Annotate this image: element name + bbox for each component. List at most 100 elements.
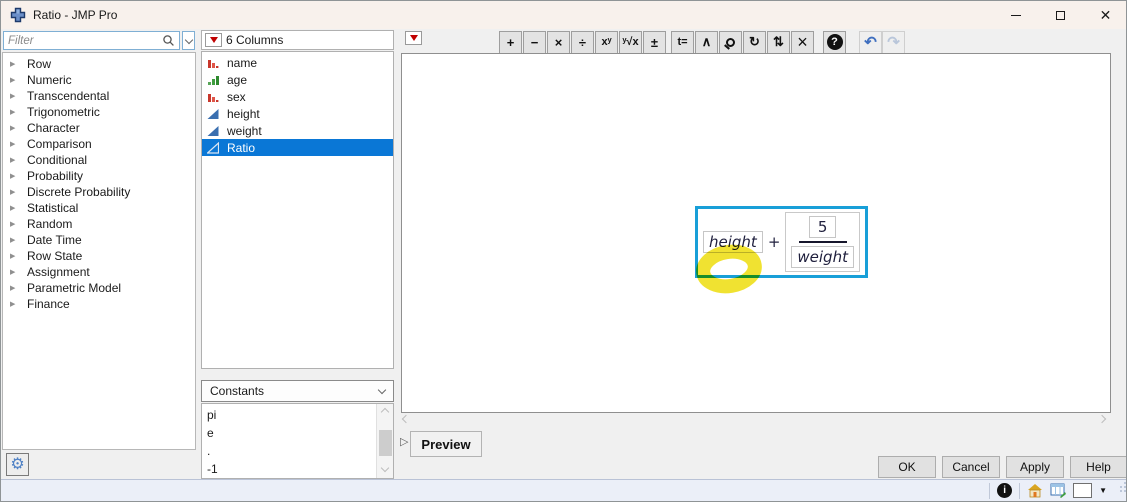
function-category-item[interactable]: ▶ Trigonometric [3,104,195,120]
disclosure-triangle-icon[interactable]: ▶ [10,108,22,116]
function-category-item[interactable]: ▶ Comparison [3,136,195,152]
formula-denominator[interactable]: weight [791,246,854,268]
formula-menu-button[interactable] [405,31,422,45]
function-category-item[interactable]: ▶ Parametric Model [3,280,195,296]
disclosure-triangle-icon[interactable]: ▶ [10,92,22,100]
minimize-button[interactable] [993,1,1038,29]
peel-expression-button[interactable]: ∧ [695,30,718,54]
constants-scrollbar[interactable] [376,404,393,478]
redo-button[interactable]: ↷ [882,30,905,54]
scroll-down-icon[interactable] [380,463,390,473]
scrollbar-thumb[interactable] [379,430,392,456]
constant-item[interactable]: e [207,424,376,442]
preview-button[interactable]: Preview [410,431,482,457]
close-button[interactable]: ✕ [1083,1,1126,29]
disclosure-triangle-icon[interactable]: ▶ [10,204,22,212]
disclosure-triangle-icon[interactable]: ▶ [10,172,22,180]
power-button[interactable]: xʸ [595,30,618,54]
constant-item[interactable]: pi [207,406,376,424]
disclosure-triangle-icon[interactable]: ▶ [10,284,22,292]
function-category-item[interactable]: ▶ Transcendental [3,88,195,104]
constant-item[interactable]: -1 [207,460,376,478]
divide-button[interactable]: ÷ [571,30,594,54]
function-category-item[interactable]: ▶ Finance [3,296,195,312]
function-group-select[interactable]: Constants [201,380,394,402]
unary-sign-button[interactable]: ± [643,30,666,54]
constant-item[interactable]: . [207,442,376,460]
function-category-item[interactable]: ▶ Probability [3,168,195,184]
disclosure-triangle-icon[interactable]: ▶ [10,156,22,164]
function-category-item[interactable]: ▶ Assignment [3,264,195,280]
color-swatch[interactable] [1073,483,1093,498]
disclosure-triangle-icon[interactable]: ▶ [10,140,22,148]
function-category-item[interactable]: ▶ Row State [3,248,195,264]
function-category-item[interactable]: ▶ Conditional [3,152,195,168]
formula-term-height[interactable]: height [703,231,763,253]
home-icon[interactable] [1027,483,1043,498]
swatch-dropdown-icon[interactable]: ▼ [1099,486,1107,495]
magnifier-icon [726,37,735,47]
formula-plus-operator[interactable]: + [768,233,781,251]
delete-expression-button[interactable]: × [791,30,814,54]
canvas-scroll-right-icon[interactable] [1097,414,1107,424]
column-row-height[interactable]: height [202,105,393,122]
disclosure-triangle-icon[interactable]: ▶ [10,220,22,228]
formula-selection-rect[interactable]: height + 5 weight [695,206,868,278]
help-button[interactable]: Help [1070,456,1126,478]
multiply-button[interactable]: × [547,30,570,54]
maximize-button[interactable] [1038,1,1083,29]
resize-grip[interactable] [1120,489,1122,492]
preview-disclosure-icon[interactable]: ▷ [400,435,408,448]
formula-help-button[interactable]: ? [823,30,846,54]
switch-terms-button[interactable]: ↻ [743,30,766,54]
columns-menu-button[interactable] [205,33,222,47]
magnify-button[interactable] [719,30,742,54]
function-category-item[interactable]: ▶ Discrete Probability [3,184,195,200]
column-row-name[interactable]: name [202,54,393,71]
separator [989,482,991,499]
scroll-up-icon[interactable] [380,407,390,417]
local-assignment-button[interactable]: t= [671,30,694,54]
disclosure-triangle-icon[interactable]: ▶ [10,268,22,276]
formula-fraction[interactable]: 5 weight [785,212,860,272]
column-row-weight[interactable]: weight [202,122,393,139]
column-row-sex[interactable]: sex [202,88,393,105]
filter-dropdown-button[interactable] [182,31,195,50]
minimize-icon [1010,14,1021,16]
add-button[interactable]: + [499,30,522,54]
function-category-item[interactable]: ▶ Character [3,120,195,136]
function-category-item[interactable]: ▶ Statistical [3,200,195,216]
function-category-item[interactable]: ▶ Row [3,56,195,72]
function-category-label: Finance [27,297,70,311]
disclosure-triangle-icon[interactable]: ▶ [10,76,22,84]
jmp-app-icon [10,7,26,23]
data-table-icon[interactable] [1050,483,1067,498]
root-button[interactable]: ʸ√x [619,30,642,54]
column-row-age[interactable]: age [202,71,393,88]
function-category-item[interactable]: ▶ Date Time [3,232,195,248]
ok-button[interactable]: OK [878,456,936,478]
disclosure-triangle-icon[interactable]: ▶ [10,300,22,308]
formula-numerator[interactable]: 5 [808,216,837,238]
disclosure-triangle-icon[interactable]: ▶ [10,252,22,260]
disclosure-triangle-icon[interactable]: ▶ [10,124,22,132]
function-category-item[interactable]: ▶ Numeric [3,72,195,88]
info-icon[interactable]: i [997,483,1013,498]
function-category-label: Statistical [27,201,79,215]
disclosure-triangle-icon[interactable]: ▶ [10,60,22,68]
settings-button[interactable]: ⚙ [6,453,29,476]
filter-input[interactable] [8,34,162,47]
cancel-button[interactable]: Cancel [942,456,1000,478]
column-row-ratio-selected[interactable]: Ratio [202,139,393,156]
undo-button[interactable]: ↶ [859,30,882,54]
boxing-button[interactable]: ⇅ [767,30,790,54]
undo-icon: ↶ [864,34,877,51]
apply-button[interactable]: Apply [1006,456,1064,478]
subtract-button[interactable]: − [523,30,546,54]
disclosure-triangle-icon[interactable]: ▶ [10,236,22,244]
formula-canvas[interactable]: height + 5 weight [401,53,1111,413]
function-category-item[interactable]: ▶ Random [3,216,195,232]
canvas-scroll-left-icon[interactable] [401,414,411,424]
disclosure-triangle-icon[interactable]: ▶ [10,188,22,196]
function-category-label: Trigonometric [27,105,100,119]
